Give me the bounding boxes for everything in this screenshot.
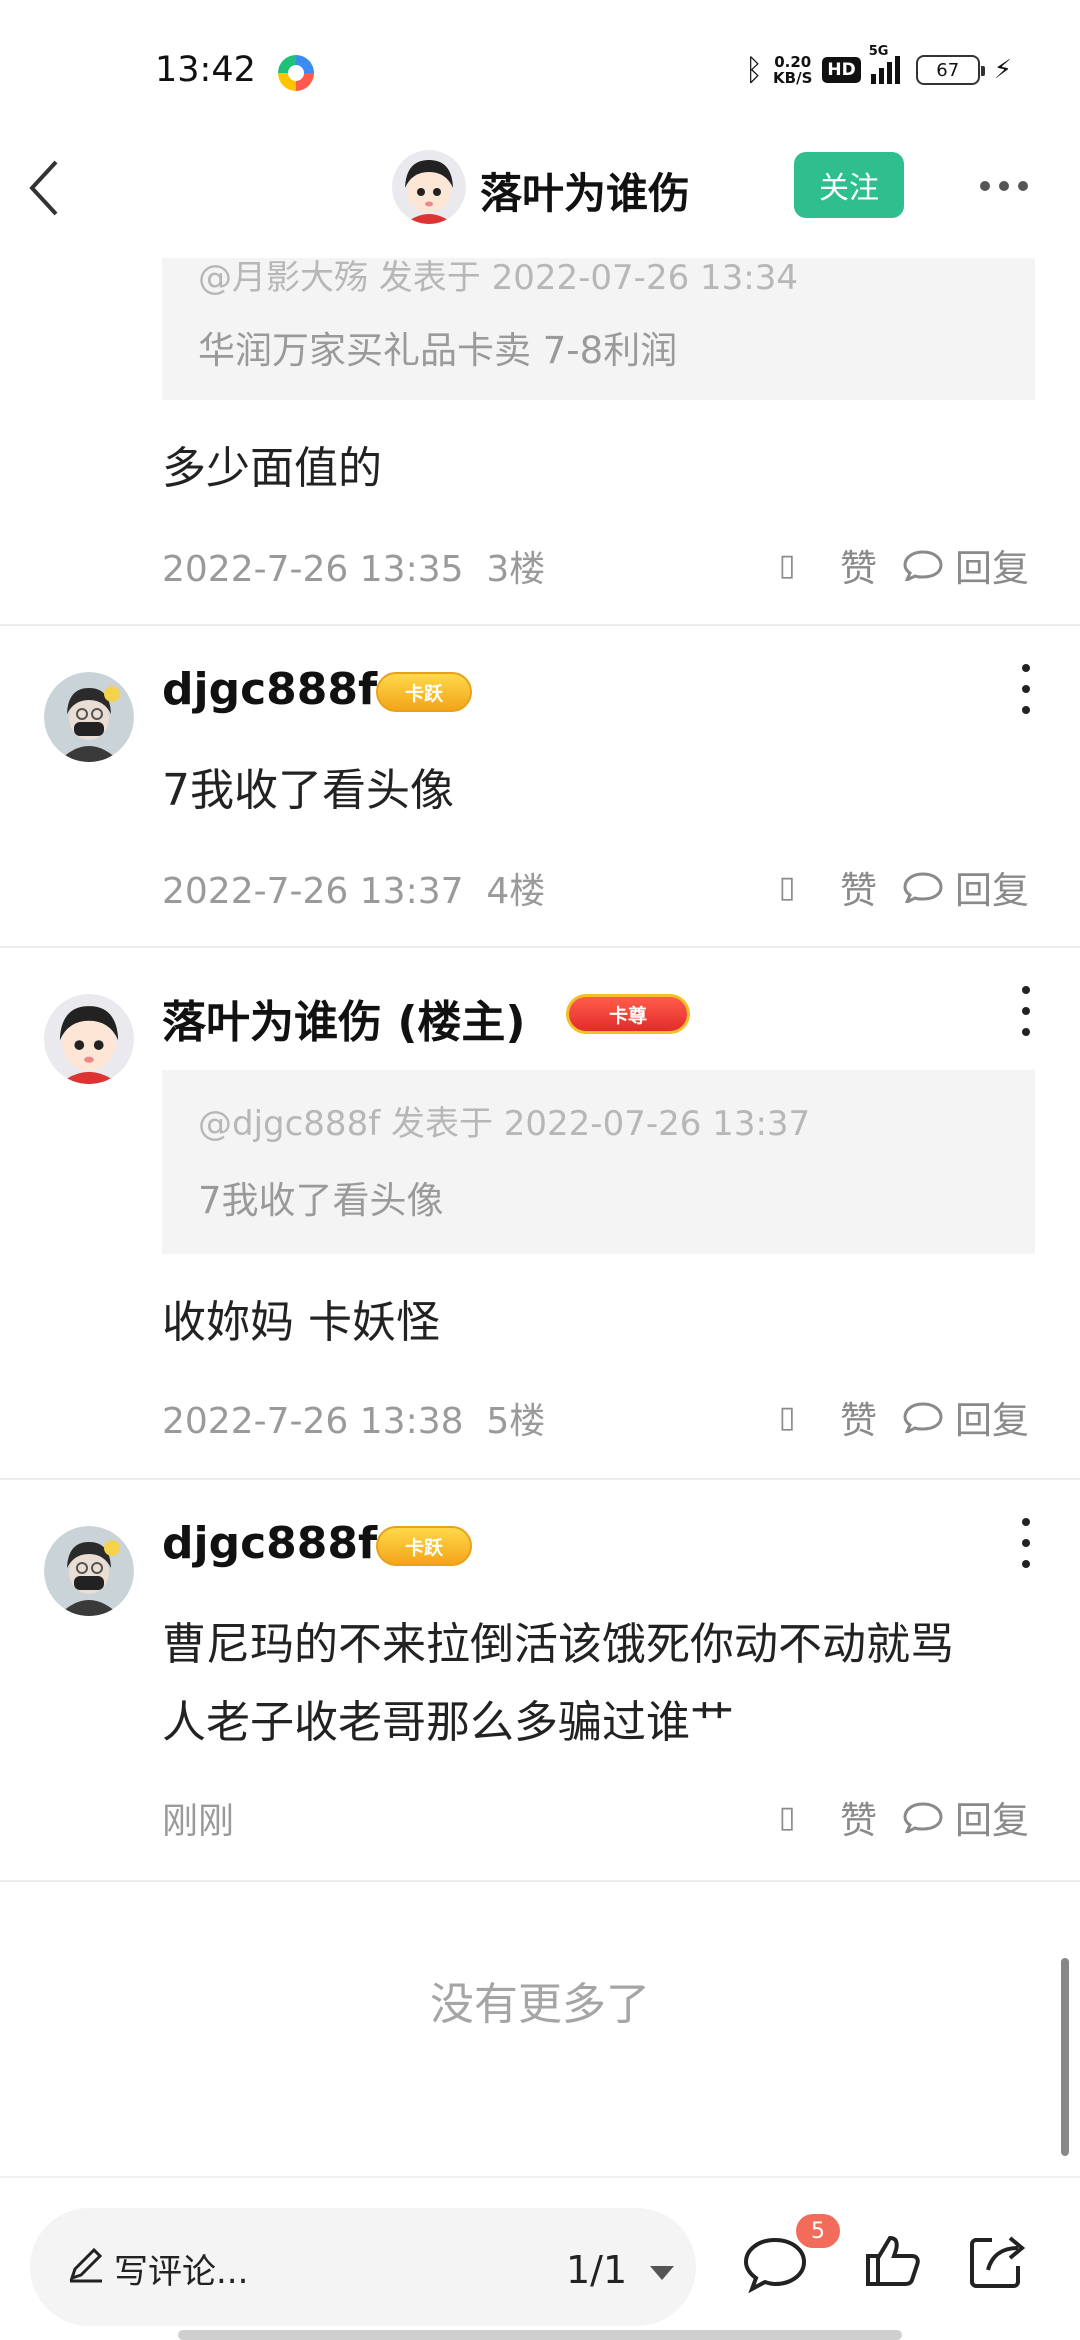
speed-value: 0.20	[774, 53, 812, 71]
level-badge: 卡尊	[566, 994, 690, 1034]
post-floor: 4楼	[486, 871, 546, 912]
bluetooth-icon: ᛒ	[745, 52, 764, 88]
battery-icon: 67	[915, 55, 985, 85]
page-title: 落叶为谁伤	[480, 169, 691, 218]
like-icon[interactable]: ▯	[772, 548, 802, 583]
like-icon[interactable]: ▯	[772, 1400, 802, 1435]
divider	[0, 624, 1080, 626]
post-menu-button[interactable]	[1014, 1518, 1038, 1568]
like-icon[interactable]: ▯	[772, 870, 802, 905]
quote-text: 7我收了看头像	[198, 1179, 444, 1222]
like-button[interactable]: 赞	[840, 1390, 877, 1444]
post-text: 7我收了看头像	[162, 765, 454, 816]
user-avatar[interactable]	[44, 994, 134, 1084]
post-floor: 5楼	[486, 1401, 546, 1442]
signal-icon: 5G	[869, 44, 900, 84]
post-actions: ▯ 赞 回复	[772, 862, 1042, 912]
divider	[0, 1880, 1080, 1882]
bottom-bar: 写评论... 1/1 5	[0, 2176, 1080, 2340]
speed-unit: KB/S	[773, 69, 813, 87]
back-button[interactable]	[24, 156, 84, 216]
post-meta: 2022-7-26 13:38 5楼	[162, 1392, 545, 1444]
post-time: 刚刚	[162, 1801, 235, 1842]
home-indicator	[178, 2330, 902, 2340]
comment-input[interactable]: 写评论... 1/1	[30, 2208, 696, 2326]
post-text: 多少面值的	[162, 443, 382, 494]
reply-icon[interactable]	[903, 871, 943, 903]
quote-meta: @djgc888f 发表于 2022-07-26 13:37	[198, 1104, 811, 1144]
comment-count-badge: 5	[796, 2214, 840, 2248]
page-indicator[interactable]: 1/1	[566, 2248, 627, 2292]
quoted-reply[interactable]: @djgc888f 发表于 2022-07-26 13:37 7我收了看头像	[162, 1070, 1035, 1254]
post-actions: ▯ 赞 回复	[772, 1392, 1042, 1442]
post-menu-button[interactable]	[1014, 986, 1038, 1036]
post-text-line-2: 人老子收老哥那么多骗过谁艹	[162, 1697, 734, 1748]
username[interactable]: djgc888f	[162, 664, 377, 715]
scrollbar[interactable]	[1061, 1958, 1069, 2156]
quote-text: 华润万家买礼品卡卖 7-8利润	[198, 329, 678, 372]
username[interactable]: djgc888f	[162, 1518, 377, 1569]
hd-icon: HD	[822, 57, 861, 83]
reply-button[interactable]: 回复	[955, 860, 1029, 914]
no-more-label: 没有更多了	[430, 1979, 650, 2030]
post-meta: 2022-7-26 13:37 4楼	[162, 862, 545, 914]
pen-icon	[69, 2247, 103, 2283]
reply-icon[interactable]	[903, 1401, 943, 1433]
more-options-button[interactable]	[980, 166, 1034, 206]
status-bar: 13:42 ᛒ 0.20 KB/S HD 5G 67 ⚡	[0, 0, 1080, 130]
status-time: 13:42	[155, 50, 256, 90]
comment-placeholder: 写评论...	[114, 2252, 249, 2292]
like-button[interactable]: 赞	[840, 1790, 877, 1844]
post-actions: ▯ 赞 回复	[772, 1792, 1042, 1842]
quoted-reply[interactable]: @月影大殇 发表于 2022-07-26 13:34 华润万家买礼品卡卖 7-8…	[162, 258, 1035, 400]
reply-button[interactable]: 回复	[955, 538, 1029, 592]
level-badge: 卡跃	[376, 672, 472, 712]
thumbs-up-icon[interactable]	[862, 2230, 924, 2292]
post-time: 2022-7-26 13:38	[162, 1401, 464, 1442]
reply-button[interactable]: 回复	[955, 1390, 1029, 1444]
network-speed: 0.20 KB/S	[773, 54, 812, 86]
header-avatar[interactable]	[392, 150, 466, 224]
quote-meta: @月影大殇 发表于 2022-07-26 13:34	[198, 258, 798, 298]
reply-icon[interactable]	[903, 549, 943, 581]
post-time: 2022-7-26 13:35	[162, 549, 464, 590]
dropdown-triangle-icon[interactable]	[650, 2266, 674, 2280]
level-badge: 卡跃	[376, 1526, 472, 1566]
post-text-line-1: 曹尼玛的不来拉倒活该饿死你动不动就骂	[162, 1619, 954, 1670]
reply-button[interactable]: 回复	[955, 1790, 1029, 1844]
thread-page: 13:42 ᛒ 0.20 KB/S HD 5G 67 ⚡ 落叶为谁伤 关注 @月…	[0, 0, 1080, 2340]
like-button[interactable]: 赞	[840, 860, 877, 914]
app-notification-icon	[278, 55, 314, 91]
post-floor: 3楼	[486, 549, 546, 590]
user-avatar[interactable]	[44, 1526, 134, 1616]
network-type: 5G	[868, 44, 889, 59]
divider	[0, 946, 1080, 948]
comments-icon[interactable]	[742, 2234, 808, 2294]
post-meta: 2022-7-26 13:35 3楼	[162, 540, 545, 592]
like-button[interactable]: 赞	[840, 538, 877, 592]
battery-level: 67	[936, 59, 960, 81]
reply-icon[interactable]	[903, 1801, 943, 1833]
share-icon[interactable]	[966, 2230, 1028, 2292]
username[interactable]: 落叶为谁伤 (楼主)	[162, 986, 526, 1050]
status-icons: ᛒ 0.20 KB/S HD 5G 67 ⚡	[745, 44, 1012, 90]
like-icon[interactable]: ▯	[772, 1800, 802, 1835]
post-text: 收妳妈 卡妖怪	[162, 1297, 440, 1348]
user-avatar[interactable]	[44, 672, 134, 762]
post-actions: ▯ 赞 回复	[772, 540, 1042, 590]
follow-button[interactable]: 关注	[794, 152, 904, 218]
post-time: 2022-7-26 13:37	[162, 871, 464, 912]
divider	[0, 1478, 1080, 1480]
charging-icon: ⚡	[993, 55, 1012, 85]
post-menu-button[interactable]	[1014, 664, 1038, 714]
